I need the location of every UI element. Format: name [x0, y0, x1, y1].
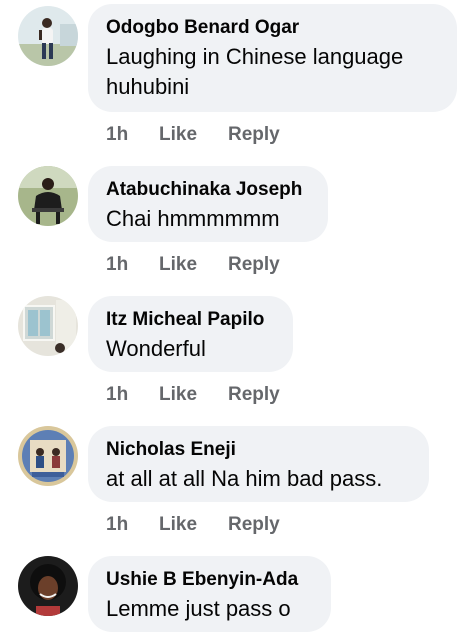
- comment-actions: 1h Like Reply: [106, 514, 280, 536]
- comment-author[interactable]: Ushie B Ebenyin-Ada: [106, 568, 313, 592]
- reply-button[interactable]: Reply: [228, 254, 280, 276]
- comment-bubble: Odogbo Benard Ogar Laughing in Chinese l…: [88, 4, 457, 112]
- like-button[interactable]: Like: [159, 384, 228, 406]
- comment-text: Laughing in Chinese language huhubini: [106, 44, 404, 99]
- comment-text: Lemme just pass o: [106, 596, 291, 621]
- like-button[interactable]: Like: [159, 254, 228, 276]
- comment-actions: 1h Like Reply: [106, 124, 280, 146]
- comment-author[interactable]: Atabuchinaka Joseph: [106, 178, 310, 202]
- comment-bubble: Atabuchinaka Joseph Chai hmmmmmm: [88, 166, 328, 242]
- avatar[interactable]: [18, 296, 78, 356]
- group-photo-icon: [18, 426, 78, 486]
- reply-button[interactable]: Reply: [228, 514, 280, 536]
- window-photo-icon: [18, 296, 78, 356]
- comment-text: Wonderful: [106, 336, 206, 361]
- person-seated-photo-icon: [18, 166, 78, 226]
- comment-bubble: Nicholas Eneji at all at all Na him bad …: [88, 426, 429, 502]
- like-button[interactable]: Like: [159, 514, 228, 536]
- avatar[interactable]: [18, 6, 78, 66]
- comment-author[interactable]: Nicholas Eneji: [106, 438, 411, 462]
- avatar[interactable]: [18, 166, 78, 226]
- comment-time[interactable]: 1h: [106, 384, 159, 406]
- person-standing-photo-icon: [18, 6, 78, 66]
- comment-author[interactable]: Itz Micheal Papilo: [106, 308, 275, 332]
- comment-author[interactable]: Odogbo Benard Ogar: [106, 16, 439, 40]
- comment-time[interactable]: 1h: [106, 254, 159, 276]
- comment-bubble: Itz Micheal Papilo Wonderful: [88, 296, 293, 372]
- reply-button[interactable]: Reply: [228, 384, 280, 406]
- comment-actions: 1h Like Reply: [106, 254, 280, 276]
- avatar[interactable]: [18, 556, 78, 616]
- comment-bubble: Ushie B Ebenyin-Ada Lemme just pass o: [88, 556, 331, 632]
- like-button[interactable]: Like: [159, 124, 228, 146]
- woman-portrait-photo-icon: [18, 556, 78, 616]
- comment-time[interactable]: 1h: [106, 514, 159, 536]
- avatar[interactable]: [18, 426, 78, 486]
- comment-actions: 1h Like Reply: [106, 384, 280, 406]
- comment-time[interactable]: 1h: [106, 124, 159, 146]
- comment-text: at all at all Na him bad pass.: [106, 466, 383, 491]
- comment-text: Chai hmmmmmm: [106, 206, 280, 231]
- reply-button[interactable]: Reply: [228, 124, 280, 146]
